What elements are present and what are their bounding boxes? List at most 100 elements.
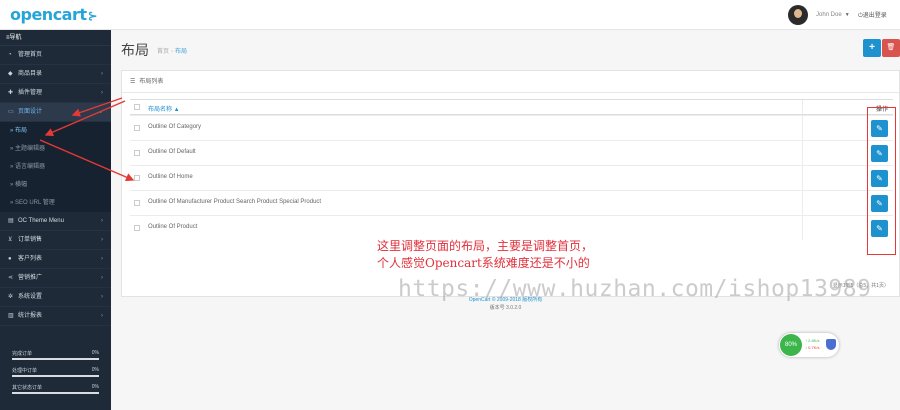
table-row: Outline Of Manufacturer Product Search P… [130, 190, 893, 215]
sidebar-item-label: 系统设置 [18, 294, 43, 300]
cart-icon: ⊱ [87, 9, 98, 23]
table-row: Outline Of Category ✎ [130, 115, 893, 140]
row-checkbox[interactable] [134, 200, 140, 206]
network-speed-widget[interactable]: 80% ↑ 2.8K/s ↓ 0.7K/s [779, 333, 839, 357]
shield-icon [826, 339, 836, 350]
stat-progress-bar [12, 392, 99, 394]
stat-label: 完成订单 [12, 351, 33, 357]
column-divider [802, 100, 803, 114]
column-divider [802, 141, 803, 165]
logout-link[interactable]: ⏻退出登录 [858, 10, 887, 20]
annotation-line-1: 这里调整页面的布局，主要是调整首页， [377, 239, 594, 253]
panel-heading: ☰ 布局列表 [122, 71, 899, 93]
sidebar-item-label: 商品目录 [18, 71, 43, 77]
chevron-right-icon: › [101, 90, 103, 96]
sidebar-item-sales[interactable]: ⊻ 订单销售 › [0, 231, 111, 250]
logout-label: 退出登录 [862, 13, 887, 19]
sidebar-subitem-theme-editor[interactable]: » 主题编辑器 [0, 140, 111, 158]
layout-name: Outline Of Category [148, 124, 202, 130]
column-divider [802, 116, 803, 140]
dashboard-icon: ◔ [8, 52, 12, 58]
share-icon: ⋖ [8, 275, 14, 281]
watermark-text: https://www.huzhan.com/ishop13989 [398, 276, 872, 302]
sidebar-item-design[interactable]: ▭ 页面设计 ⌄ [0, 103, 111, 122]
cart-icon: ⊻ [8, 237, 13, 243]
stat-value: 0% [91, 384, 99, 390]
bars-icon: ▤ [8, 218, 14, 224]
stat-processing: 处理中订单 0% [0, 363, 111, 380]
table-row: Outline Of Default ✎ [130, 140, 893, 165]
sidebar-item-oc-theme-menu[interactable]: ▤ OC Theme Menu › [0, 212, 111, 231]
sidebar-item-label: 客户列表 [18, 256, 43, 262]
nav-toggle-label: 导航 [9, 35, 22, 41]
chevron-right-icon: › [101, 237, 103, 243]
cog-icon: ✲ [8, 294, 14, 300]
chevron-right-icon: › [101, 294, 103, 300]
sidebar-subitem-seo-url[interactable]: » SEO URL 管理 [0, 194, 111, 212]
breadcrumb: 首页 › 布局 [157, 46, 187, 55]
sidebar-item-marketing[interactable]: ⋖ 营销推广 › [0, 269, 111, 288]
column-divider [802, 166, 803, 190]
sidebar-item-dashboard[interactable]: ◔ 管理首页 [0, 46, 111, 65]
user-name: John Doe [816, 12, 842, 18]
row-checkbox[interactable] [134, 125, 140, 131]
sidebar-item-catalog[interactable]: ◆ 商品目录 › [0, 65, 111, 84]
download-rate: ↓ 0.7K/s [805, 345, 820, 350]
order-stats: 完成订单 0% 处理中订单 0% 其它状态订单 0% [0, 346, 111, 397]
row-checkbox[interactable] [134, 225, 140, 231]
list-icon: ☰ [130, 79, 136, 85]
sidebar: ≡导航 ◔ 管理首页 ◆ 商品目录 › ✚ 插件管理 › ▭ 页面设计 ⌄ » 布局 » 主题… [0, 30, 111, 410]
sidebar-item-label: 插件管理 [18, 90, 43, 96]
top-header: opencart⊱ John Doe ▼ ⏻退出登录 [0, 0, 900, 30]
upload-rate: ↑ 2.8K/s [805, 338, 820, 343]
breadcrumb-home[interactable]: 首页 [157, 49, 169, 55]
chevron-right-icon: › [101, 313, 103, 319]
chevron-right-icon: › [101, 275, 103, 281]
chevron-down-icon: ⌄ [97, 109, 103, 115]
chart-icon: ▥ [8, 313, 14, 319]
sidebar-subitem-layout[interactable]: » 布局 [0, 122, 111, 140]
annotation-text: 这里调整页面的布局，主要是调整首页， 个人感觉Opencart系统难度还是不小的 [377, 238, 593, 272]
sidebar-item-system[interactable]: ✲ 系统设置 › [0, 288, 111, 307]
chevron-right-icon: › [101, 218, 103, 224]
row-checkbox[interactable] [134, 175, 140, 181]
sidebar-item-label: 页面设计 [18, 109, 43, 115]
tag-icon: ◆ [8, 71, 13, 77]
user-menu[interactable]: John Doe ▼ [788, 4, 850, 26]
avatar [788, 5, 808, 25]
select-all-checkbox[interactable] [134, 104, 140, 110]
sidebar-item-label: 统计报表 [18, 313, 43, 319]
puzzle-icon: ✚ [8, 90, 14, 96]
table-header: 布局名称 ▲ 操作 [130, 99, 893, 115]
stat-progress-bar [12, 375, 99, 377]
layout-name: Outline Of Home [148, 174, 193, 180]
panel-title: 布局列表 [139, 79, 164, 85]
chevron-right-icon: › [101, 71, 103, 77]
sidebar-item-label: 管理首页 [18, 52, 43, 58]
sidebar-item-reports[interactable]: ▥ 统计报表 › [0, 307, 111, 326]
column-divider [802, 191, 803, 215]
stat-value: 0% [91, 350, 99, 356]
stat-label: 其它状态订单 [12, 385, 43, 391]
nav-toggle[interactable]: ≡导航 [0, 30, 111, 46]
stat-progress-bar [12, 358, 99, 360]
breadcrumb-current[interactable]: 布局 [175, 49, 187, 55]
sidebar-subitem-language-editor[interactable]: » 语言编辑器 [0, 158, 111, 176]
sidebar-item-label: 营销推广 [18, 275, 43, 281]
chevron-right-icon: › [101, 256, 103, 262]
sidebar-item-label: OC Theme Menu [18, 218, 64, 224]
column-header-name[interactable]: 布局名称 ▲ [148, 104, 180, 113]
table-row: Outline Of Home ✎ [130, 165, 893, 190]
sidebar-subitem-banners[interactable]: » 横幅 [0, 176, 111, 194]
row-checkbox[interactable] [134, 150, 140, 156]
delete-button[interactable]: 🗑 [882, 39, 900, 57]
column-divider [802, 216, 803, 240]
stat-complete: 完成订单 0% [0, 346, 111, 363]
layout-table: 布局名称 ▲ 操作 Outline Of Category ✎ Outline … [130, 99, 893, 240]
sidebar-item-customers[interactable]: ● 客户列表 › [0, 250, 111, 269]
add-button[interactable]: + [863, 39, 881, 57]
monitor-icon: ▭ [8, 109, 14, 115]
sidebar-item-extensions[interactable]: ✚ 插件管理 › [0, 84, 111, 103]
opencart-logo[interactable]: opencart⊱ [10, 5, 98, 24]
caret-down-icon: ▼ [844, 12, 850, 18]
